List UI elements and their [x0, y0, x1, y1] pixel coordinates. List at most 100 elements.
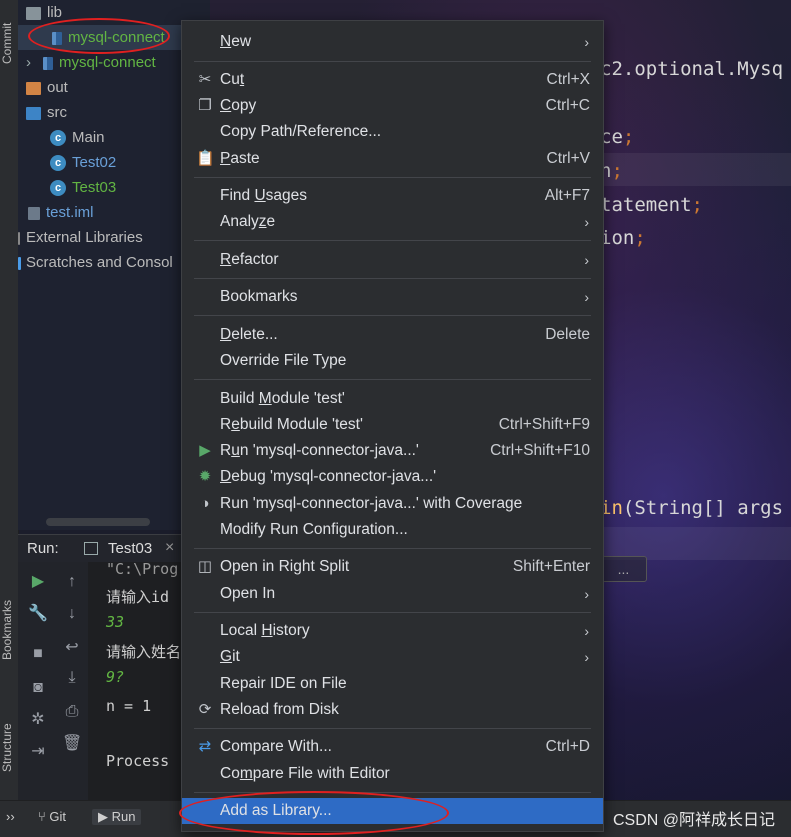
- menu-item-label: Find Usages: [220, 187, 308, 204]
- menu-item-label: Analyze: [220, 213, 276, 230]
- code-line: in(String[] args: [600, 497, 784, 519]
- chevron-right-icon: ›: [584, 289, 589, 305]
- menu-item-shortcut: Shift+Enter: [512, 558, 590, 575]
- menu-item-cut[interactable]: ✂ Cut Ctrl+X: [182, 67, 603, 93]
- menu-item-run-mysql-connector-java-with-coverage[interactable]: ◑ Run 'mysql-connector-java...' with Cove…: [182, 491, 603, 517]
- menu-item-shortcut: Ctrl+V: [546, 150, 591, 167]
- menu-item-compare-with[interactable]: ⇄ Compare With... Ctrl+D: [182, 734, 603, 760]
- wrench-icon[interactable]: 🔧: [28, 604, 48, 624]
- menu-separator: [194, 548, 591, 549]
- tree-item-lib[interactable]: lib: [26, 0, 62, 25]
- menu-separator: [194, 315, 591, 316]
- console-icon: [84, 542, 98, 555]
- menu-separator: [194, 61, 591, 62]
- menu-item-compare-file-with-editor[interactable]: Compare File with Editor: [182, 761, 603, 787]
- menu-item-modify-run-configuration[interactable]: Modify Run Configuration...: [182, 517, 603, 543]
- camera-icon[interactable]: ◙: [28, 678, 48, 698]
- menu-item-paste[interactable]: 📋 Paste Ctrl+V: [182, 146, 603, 172]
- tree-item-test02[interactable]: c Test02: [50, 150, 116, 175]
- folder-icon: [26, 6, 41, 20]
- console-line: 请输入姓名: [106, 643, 182, 661]
- chevron-right-icon: ›: [584, 214, 589, 230]
- menu-item-shortcut: Delete: [545, 326, 590, 343]
- menu-item-rebuild-module-test[interactable]: Rebuild Module 'test' Ctrl+Shift+F9: [182, 412, 603, 438]
- run-mysql-connector-java-icon: ▶: [199, 442, 211, 459]
- down-arrow-icon[interactable]: ↓: [62, 604, 82, 624]
- menu-item-label: Bookmarks: [220, 288, 298, 305]
- more-icon[interactable]: ››: [6, 809, 15, 824]
- print-icon[interactable]: ⎙: [62, 702, 82, 722]
- class-icon: c: [50, 180, 66, 197]
- git-tab[interactable]: ⑂ Git: [38, 809, 66, 824]
- tree-item-jar[interactable]: › mysql-connect: [26, 50, 156, 75]
- chevron-right-icon[interactable]: ›: [26, 54, 31, 71]
- menu-item-bookmarks[interactable]: Bookmarks ›: [182, 284, 603, 310]
- menu-item-build-module-test[interactable]: Build Module 'test': [182, 386, 603, 412]
- menu-item-override-file-type[interactable]: Override File Type: [182, 348, 603, 374]
- code-line: c2.optional.Mysq: [600, 58, 784, 80]
- tree-item-out[interactable]: out: [26, 75, 68, 100]
- source-folder-icon: [26, 106, 41, 120]
- exit-icon[interactable]: ⇥: [28, 742, 48, 762]
- horizontal-scrollbar[interactable]: [46, 518, 150, 526]
- menu-item-open-in-right-split[interactable]: ◫ Open in Right Split Shift+Enter: [182, 554, 603, 580]
- menu-item-copy-path-reference[interactable]: Copy Path/Reference...: [182, 119, 603, 145]
- menu-item-local-history[interactable]: Local History ›: [182, 618, 603, 644]
- menu-item-label: Copy Path/Reference...: [220, 123, 382, 140]
- menu-item-label: Override File Type: [220, 352, 347, 369]
- menu-item-label: Compare File with Editor: [220, 765, 390, 782]
- structure-tool-label[interactable]: Structure: [0, 723, 14, 772]
- menu-item-delete[interactable]: Delete... Delete: [182, 322, 603, 348]
- menu-item-label: Repair IDE on File: [220, 675, 347, 692]
- tree-item-src[interactable]: src: [26, 100, 67, 125]
- trash-icon[interactable]: 🗑: [62, 734, 82, 754]
- settings-icon[interactable]: ✲: [28, 710, 48, 730]
- menu-item-reload-from-disk[interactable]: ⟳ Reload from Disk: [182, 697, 603, 723]
- menu-item-label: Compare With...: [220, 738, 332, 755]
- menu-item-open-in[interactable]: Open In ›: [182, 581, 603, 607]
- commit-tool-label[interactable]: Commit: [0, 23, 14, 64]
- menu-item-new[interactable]: New ›: [182, 29, 603, 55]
- menu-item-refactor[interactable]: Refactor ›: [182, 247, 603, 273]
- scroll-to-end-icon[interactable]: ⤓: [62, 668, 82, 688]
- run-tab[interactable]: ▶ Run: [92, 809, 142, 825]
- run-tab-test03[interactable]: Test03: [108, 540, 152, 557]
- copy-icon: ❐: [198, 97, 212, 114]
- paste-icon: 📋: [196, 150, 215, 167]
- git-icon: ⑂: [38, 809, 50, 824]
- soft-wrap-icon[interactable]: ↩: [62, 638, 82, 658]
- chevron-right-icon: ›: [584, 649, 589, 665]
- up-arrow-icon[interactable]: ↑: [62, 572, 82, 592]
- bookmarks-tool-label[interactable]: Bookmarks: [0, 600, 14, 660]
- menu-item-label: Modify Run Configuration...: [220, 521, 408, 538]
- menu-item-label: Run 'mysql-connector-java...': [220, 442, 419, 459]
- rerun-icon[interactable]: ▶: [28, 572, 48, 592]
- menu-item-label: Rebuild Module 'test': [220, 416, 363, 433]
- menu-item-debug-mysql-connector-java[interactable]: ✹ Debug 'mysql-connector-java...': [182, 464, 603, 490]
- folder-icon: [26, 81, 41, 95]
- menu-item-analyze[interactable]: Analyze ›: [182, 209, 603, 235]
- close-icon[interactable]: ×: [165, 539, 174, 557]
- chevron-right-icon: ›: [584, 623, 589, 639]
- code-line: ce;: [600, 126, 635, 148]
- menu-item-copy[interactable]: ❐ Copy Ctrl+C: [182, 93, 603, 119]
- menu-item-find-usages[interactable]: Find Usages Alt+F7: [182, 183, 603, 209]
- folded-code-indicator[interactable]: ...: [600, 556, 647, 582]
- console-input-line: 9?: [106, 668, 125, 686]
- menu-item-run-mysql-connector-java[interactable]: ▶ Run 'mysql-connector-java...' Ctrl+Shift…: [182, 438, 603, 464]
- menu-item-add-as-library[interactable]: Add as Library...: [182, 798, 603, 824]
- stop-icon[interactable]: ■: [28, 644, 48, 664]
- menu-item-shortcut: Ctrl+Shift+F9: [498, 416, 590, 433]
- menu-item-git[interactable]: Git ›: [182, 644, 603, 670]
- menu-item-repair-ide-on-file[interactable]: Repair IDE on File: [182, 671, 603, 697]
- menu-item-label: Git: [220, 648, 240, 665]
- menu-item-shortcut: Ctrl+X: [546, 71, 591, 88]
- tree-item-external-libraries[interactable]: External Libraries: [18, 225, 143, 250]
- tree-item-main[interactable]: c Main: [50, 125, 105, 150]
- menu-item-label: Delete...: [220, 326, 278, 343]
- run-label: Run:: [27, 540, 59, 557]
- tree-item-iml[interactable]: test.iml: [28, 200, 94, 225]
- menu-item-label: New: [220, 33, 252, 50]
- tree-item-scratches[interactable]: Scratches and Consol: [18, 250, 173, 275]
- tree-item-test03[interactable]: c Test03: [50, 175, 116, 200]
